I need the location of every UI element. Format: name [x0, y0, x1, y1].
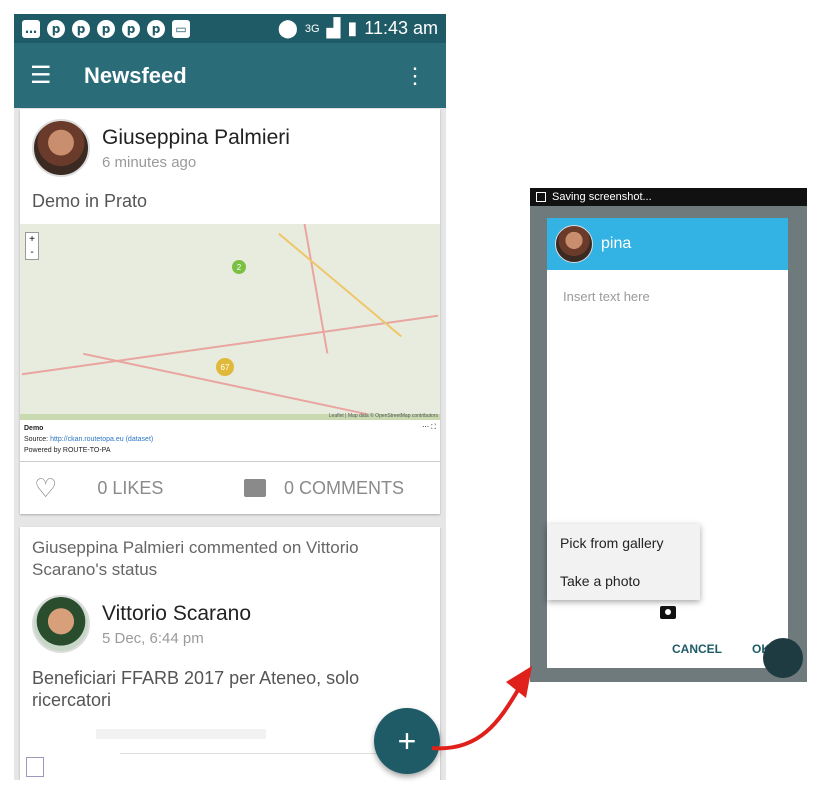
- pinterest-icon: p: [47, 19, 65, 38]
- comment-count: 0 COMMENTS: [284, 477, 405, 498]
- status-bar: Saving screenshot...: [530, 188, 807, 206]
- chart-axis: [120, 753, 400, 754]
- map-dataset-link[interactable]: (dataset): [126, 436, 154, 443]
- signal-icon: ▟: [326, 18, 341, 38]
- chart-thumbnail: [26, 757, 44, 777]
- status-text: Saving screenshot...: [552, 191, 652, 203]
- dialog-header: pina: [547, 218, 788, 270]
- pinterest-icon: p: [122, 19, 140, 38]
- comment-button[interactable]: 0 COMMENTS: [244, 478, 404, 499]
- author-name[interactable]: Vittorio Scarano: [102, 602, 251, 626]
- location-icon: ⬤: [277, 18, 298, 38]
- add-post-button[interactable]: +: [374, 708, 440, 774]
- post-time: 5 Dec, 6:44 pm: [102, 629, 204, 647]
- map-source-link[interactable]: http://ckan.routetopa.eu: [50, 436, 124, 443]
- attach-menu: Pick from gallery Take a photo: [547, 524, 700, 600]
- hamburger-menu-icon[interactable]: ☰: [30, 61, 84, 90]
- pick-from-gallery-item[interactable]: Pick from gallery: [547, 524, 700, 562]
- app-bar: ☰ Newsfeed ⋮: [14, 43, 446, 108]
- chart-zoom-bar[interactable]: [96, 729, 266, 739]
- post-text-input[interactable]: Insert text here: [547, 270, 788, 500]
- arrow-head: [506, 666, 532, 698]
- map-view[interactable]: + - 2 67 Leaflet | Map data © OpenStreetM…: [20, 224, 440, 420]
- map-title: Demo: [24, 425, 44, 432]
- message-icon: …: [22, 19, 40, 38]
- post-actions: ♡ 0 LIKES 0 COMMENTS: [20, 462, 440, 514]
- map-powered-by: Powered by ROUTE-TO-PA: [24, 447, 111, 454]
- post-header: Vittorio Scarano 5 Dec, 6:44 pm: [20, 585, 440, 663]
- like-button[interactable]: ♡ 0 LIKES: [34, 473, 244, 504]
- post-text: Demo in Prato: [32, 191, 148, 211]
- more-options-icon[interactable]: ⋮: [404, 63, 430, 89]
- map-source-label: Source:: [24, 436, 49, 443]
- pinterest-icon: p: [97, 19, 115, 38]
- newsfeed-screen: … p p p p p ▭ ⬤ 3G ▟ ▮ 11:43 am ☰ Newsfe…: [14, 14, 446, 780]
- comment-icon: [244, 479, 266, 497]
- pinterest-icon: p: [72, 19, 90, 38]
- fullscreen-icon[interactable]: ⋯ ⛶: [422, 422, 436, 433]
- map-meta: Demo Source: http://ckan.routetopa.eu (d…: [20, 420, 440, 462]
- map-cluster[interactable]: 2: [232, 260, 246, 274]
- take-photo-item[interactable]: Take a photo: [547, 562, 700, 600]
- battery-icon: ▮: [347, 18, 358, 38]
- pinterest-icon: p: [147, 19, 165, 38]
- embedded-chart[interactable]: [20, 725, 420, 780]
- new-post-dialog: pina Insert text here Pick from gallery …: [547, 218, 788, 668]
- map-attribution: Leaflet | Map data © OpenStreetMap contr…: [328, 413, 438, 419]
- post-time: 6 minutes ago: [102, 153, 197, 171]
- like-count: 0 LIKES: [97, 477, 164, 498]
- network-type: 3G: [304, 22, 320, 35]
- clock: 11:43 am: [364, 18, 438, 38]
- camera-icon[interactable]: [660, 606, 676, 619]
- heart-icon: ♡: [34, 472, 58, 503]
- avatar[interactable]: [32, 119, 90, 177]
- author-name[interactable]: Giuseppina Palmieri: [102, 126, 290, 150]
- image-icon: ▭: [172, 19, 190, 38]
- cancel-button[interactable]: CANCEL: [672, 642, 722, 656]
- map-zoom-control[interactable]: + -: [25, 232, 39, 260]
- status-bar: … p p p p p ▭ ⬤ 3G ▟ ▮ 11:43 am: [14, 14, 446, 43]
- post-text: Beneficiari FFARB 2017 per Ateneo, solo …: [32, 668, 360, 710]
- post-header: Giuseppina Palmieri 6 minutes ago: [20, 109, 440, 187]
- map-cluster[interactable]: 67: [216, 358, 234, 376]
- post-card: Giuseppina Palmieri 6 minutes ago Demo i…: [20, 109, 440, 514]
- avatar: [555, 225, 593, 263]
- dialog-username: pina: [601, 235, 632, 252]
- add-post-button: [763, 638, 803, 678]
- map-road: [278, 232, 402, 338]
- page-title: Newsfeed: [84, 62, 187, 88]
- notification-icons: … p p p p p ▭: [22, 19, 190, 38]
- activity-text: Giuseppina Palmieri commented on Vittori…: [32, 538, 359, 579]
- avatar[interactable]: [32, 595, 90, 653]
- dialog-buttons: CANCEL OK: [672, 642, 770, 656]
- new-post-screen: Saving screenshot... pina Insert text he…: [530, 188, 807, 682]
- screenshot-icon: [536, 192, 546, 202]
